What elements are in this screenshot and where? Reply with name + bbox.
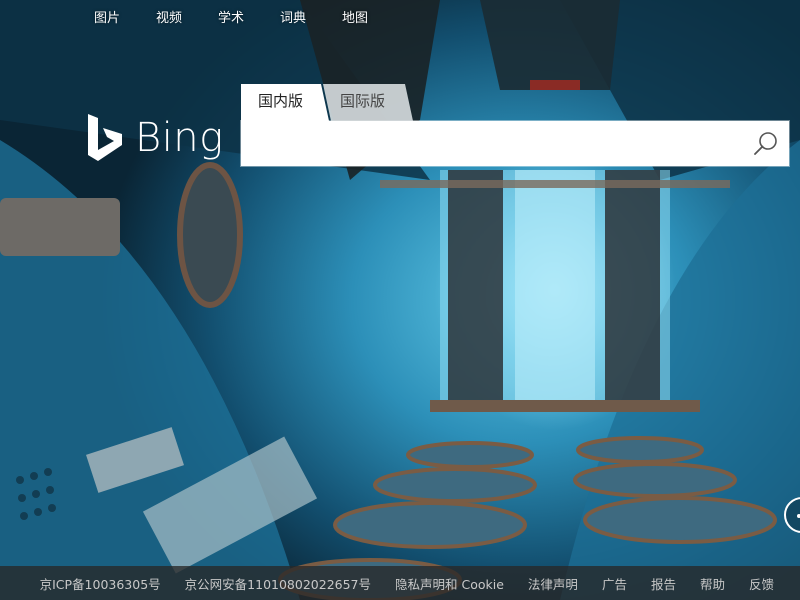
nav-item-maps[interactable]: 地图	[324, 8, 386, 30]
footer-link-feedback[interactable]: 反馈	[749, 574, 774, 593]
search-icon[interactable]	[751, 129, 781, 159]
search-input[interactable]	[241, 121, 741, 166]
footer-link-report[interactable]: 报告	[651, 574, 676, 593]
bing-logo-icon	[88, 114, 122, 161]
tab-domestic[interactable]: 国内版	[241, 84, 329, 121]
footer-link-police-record[interactable]: 京公网安备11010802022657号	[185, 574, 371, 593]
nav-item-images[interactable]: 图片	[76, 8, 138, 30]
footer: 京ICP备10036305号 京公网安备11010802022657号 隐私声明…	[0, 566, 800, 600]
nav-item-videos[interactable]: 视频	[138, 8, 200, 30]
logo-text: Bing	[135, 115, 224, 161]
nav-item-dictionary[interactable]: 词典	[262, 8, 324, 30]
footer-link-privacy[interactable]: 隐私声明和 Cookie	[395, 574, 504, 593]
footer-link-help[interactable]: 帮助	[700, 574, 725, 593]
top-nav: 图片 视频 学术 词典 地图	[76, 8, 386, 30]
bing-logo[interactable]: Bing	[86, 112, 224, 164]
footer-link-icp[interactable]: 京ICP备10036305号	[40, 574, 161, 593]
footer-link-legal[interactable]: 法律声明	[528, 574, 578, 593]
tab-international[interactable]: 国际版	[323, 84, 413, 121]
footer-link-ads[interactable]: 广告	[602, 574, 627, 593]
search-box	[241, 121, 789, 166]
nav-item-academic[interactable]: 学术	[200, 8, 262, 30]
